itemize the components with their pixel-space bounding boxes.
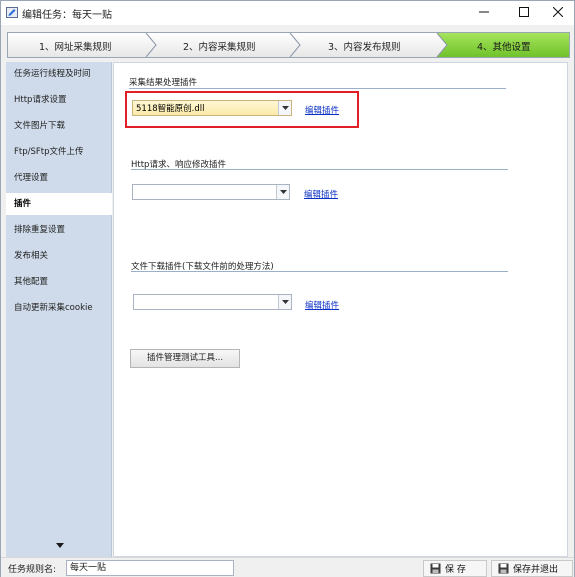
download-plugin-divider	[131, 271, 508, 272]
step-content-rules[interactable]: 2、内容采集规则	[183, 39, 256, 53]
collect-plugin-value: 5118智能原创.dll	[136, 104, 205, 114]
chevron-down-icon[interactable]	[276, 185, 289, 199]
step-other-settings[interactable]: 4、其他设置	[477, 39, 531, 53]
maximize-icon	[519, 7, 529, 17]
collect-plugin-divider	[129, 88, 506, 89]
sidebar-item-ftp-upload[interactable]: Ftp/SFtp文件上传	[6, 141, 112, 163]
step-url-rules[interactable]: 1、网址采集规则	[39, 39, 112, 53]
settings-sidebar: 任务运行线程及时间 Http请求设置 文件图片下载 Ftp/SFtp文件上传 代…	[6, 62, 112, 557]
step-publish-rules[interactable]: 3、内容发布规则	[328, 39, 401, 53]
save-and-exit-button[interactable]: 保存并退出	[491, 560, 573, 577]
save-icon	[430, 563, 441, 574]
title-bar: 编辑任务：每天一贴	[1, 1, 574, 25]
bottom-bar: 任务规则名: 每天一贴 保 存 保存并退出	[1, 557, 574, 577]
download-plugin-edit-link[interactable]: 编辑插件	[305, 299, 339, 311]
download-plugin-select[interactable]	[133, 294, 292, 310]
sidebar-item-file-download[interactable]: 文件图片下载	[6, 115, 112, 137]
plugin-settings-panel: 采集结果处理插件 5118智能原创.dll 编辑插件 Http请求、响应修改插件…	[113, 62, 568, 557]
maximize-button[interactable]	[506, 1, 542, 23]
sidebar-item-plugins[interactable]: 插件	[6, 193, 112, 215]
wizard-steps: 1、网址采集规则 2、内容采集规则 3、内容发布规则 4、其他设置	[7, 32, 570, 58]
edit-task-window: 编辑任务：每天一贴 1、网址采集规则 2、内容采集规则 3、内容发布规则 4、其…	[0, 0, 575, 577]
sidebar-item-http-request[interactable]: Http请求设置	[6, 89, 112, 111]
collect-plugin-edit-link[interactable]: 编辑插件	[305, 104, 339, 116]
plugin-test-tool-button[interactable]: 插件管理测试工具...	[130, 349, 240, 368]
collect-plugin-select[interactable]: 5118智能原创.dll	[132, 100, 292, 116]
app-icon	[6, 7, 18, 18]
rule-name-input[interactable]: 每天一贴	[66, 560, 234, 576]
sidebar-item-proxy[interactable]: 代理设置	[6, 167, 112, 189]
http-plugin-select[interactable]	[132, 184, 290, 200]
save-button-label: 保 存	[445, 565, 466, 575]
http-plugin-divider	[131, 169, 508, 170]
close-button[interactable]	[540, 1, 575, 23]
minimize-button[interactable]	[466, 1, 502, 23]
sidebar-item-thread-time[interactable]: 任务运行线程及时间	[6, 63, 112, 85]
sidebar-item-dedupe[interactable]: 排除重复设置	[6, 219, 112, 241]
chevron-down-icon[interactable]	[278, 101, 291, 115]
http-plugin-edit-link[interactable]: 编辑插件	[304, 188, 338, 200]
close-icon	[553, 7, 563, 17]
rule-name-label: 任务规则名:	[8, 565, 57, 575]
collect-plugin-title: 采集结果处理插件	[129, 78, 198, 88]
chevron-down-icon[interactable]	[278, 295, 291, 309]
save-and-exit-label: 保存并退出	[513, 565, 559, 575]
sidebar-item-cookie-update[interactable]: 自动更新采集cookie	[6, 297, 112, 319]
sidebar-item-publish[interactable]: 发布相关	[6, 245, 112, 267]
save-button[interactable]: 保 存	[423, 560, 487, 577]
minimize-icon	[479, 11, 489, 13]
save-icon	[498, 563, 509, 574]
scroll-down-icon[interactable]	[56, 543, 64, 549]
window-title: 编辑任务：每天一贴	[22, 10, 112, 21]
sidebar-item-other-config[interactable]: 其他配置	[6, 271, 112, 293]
